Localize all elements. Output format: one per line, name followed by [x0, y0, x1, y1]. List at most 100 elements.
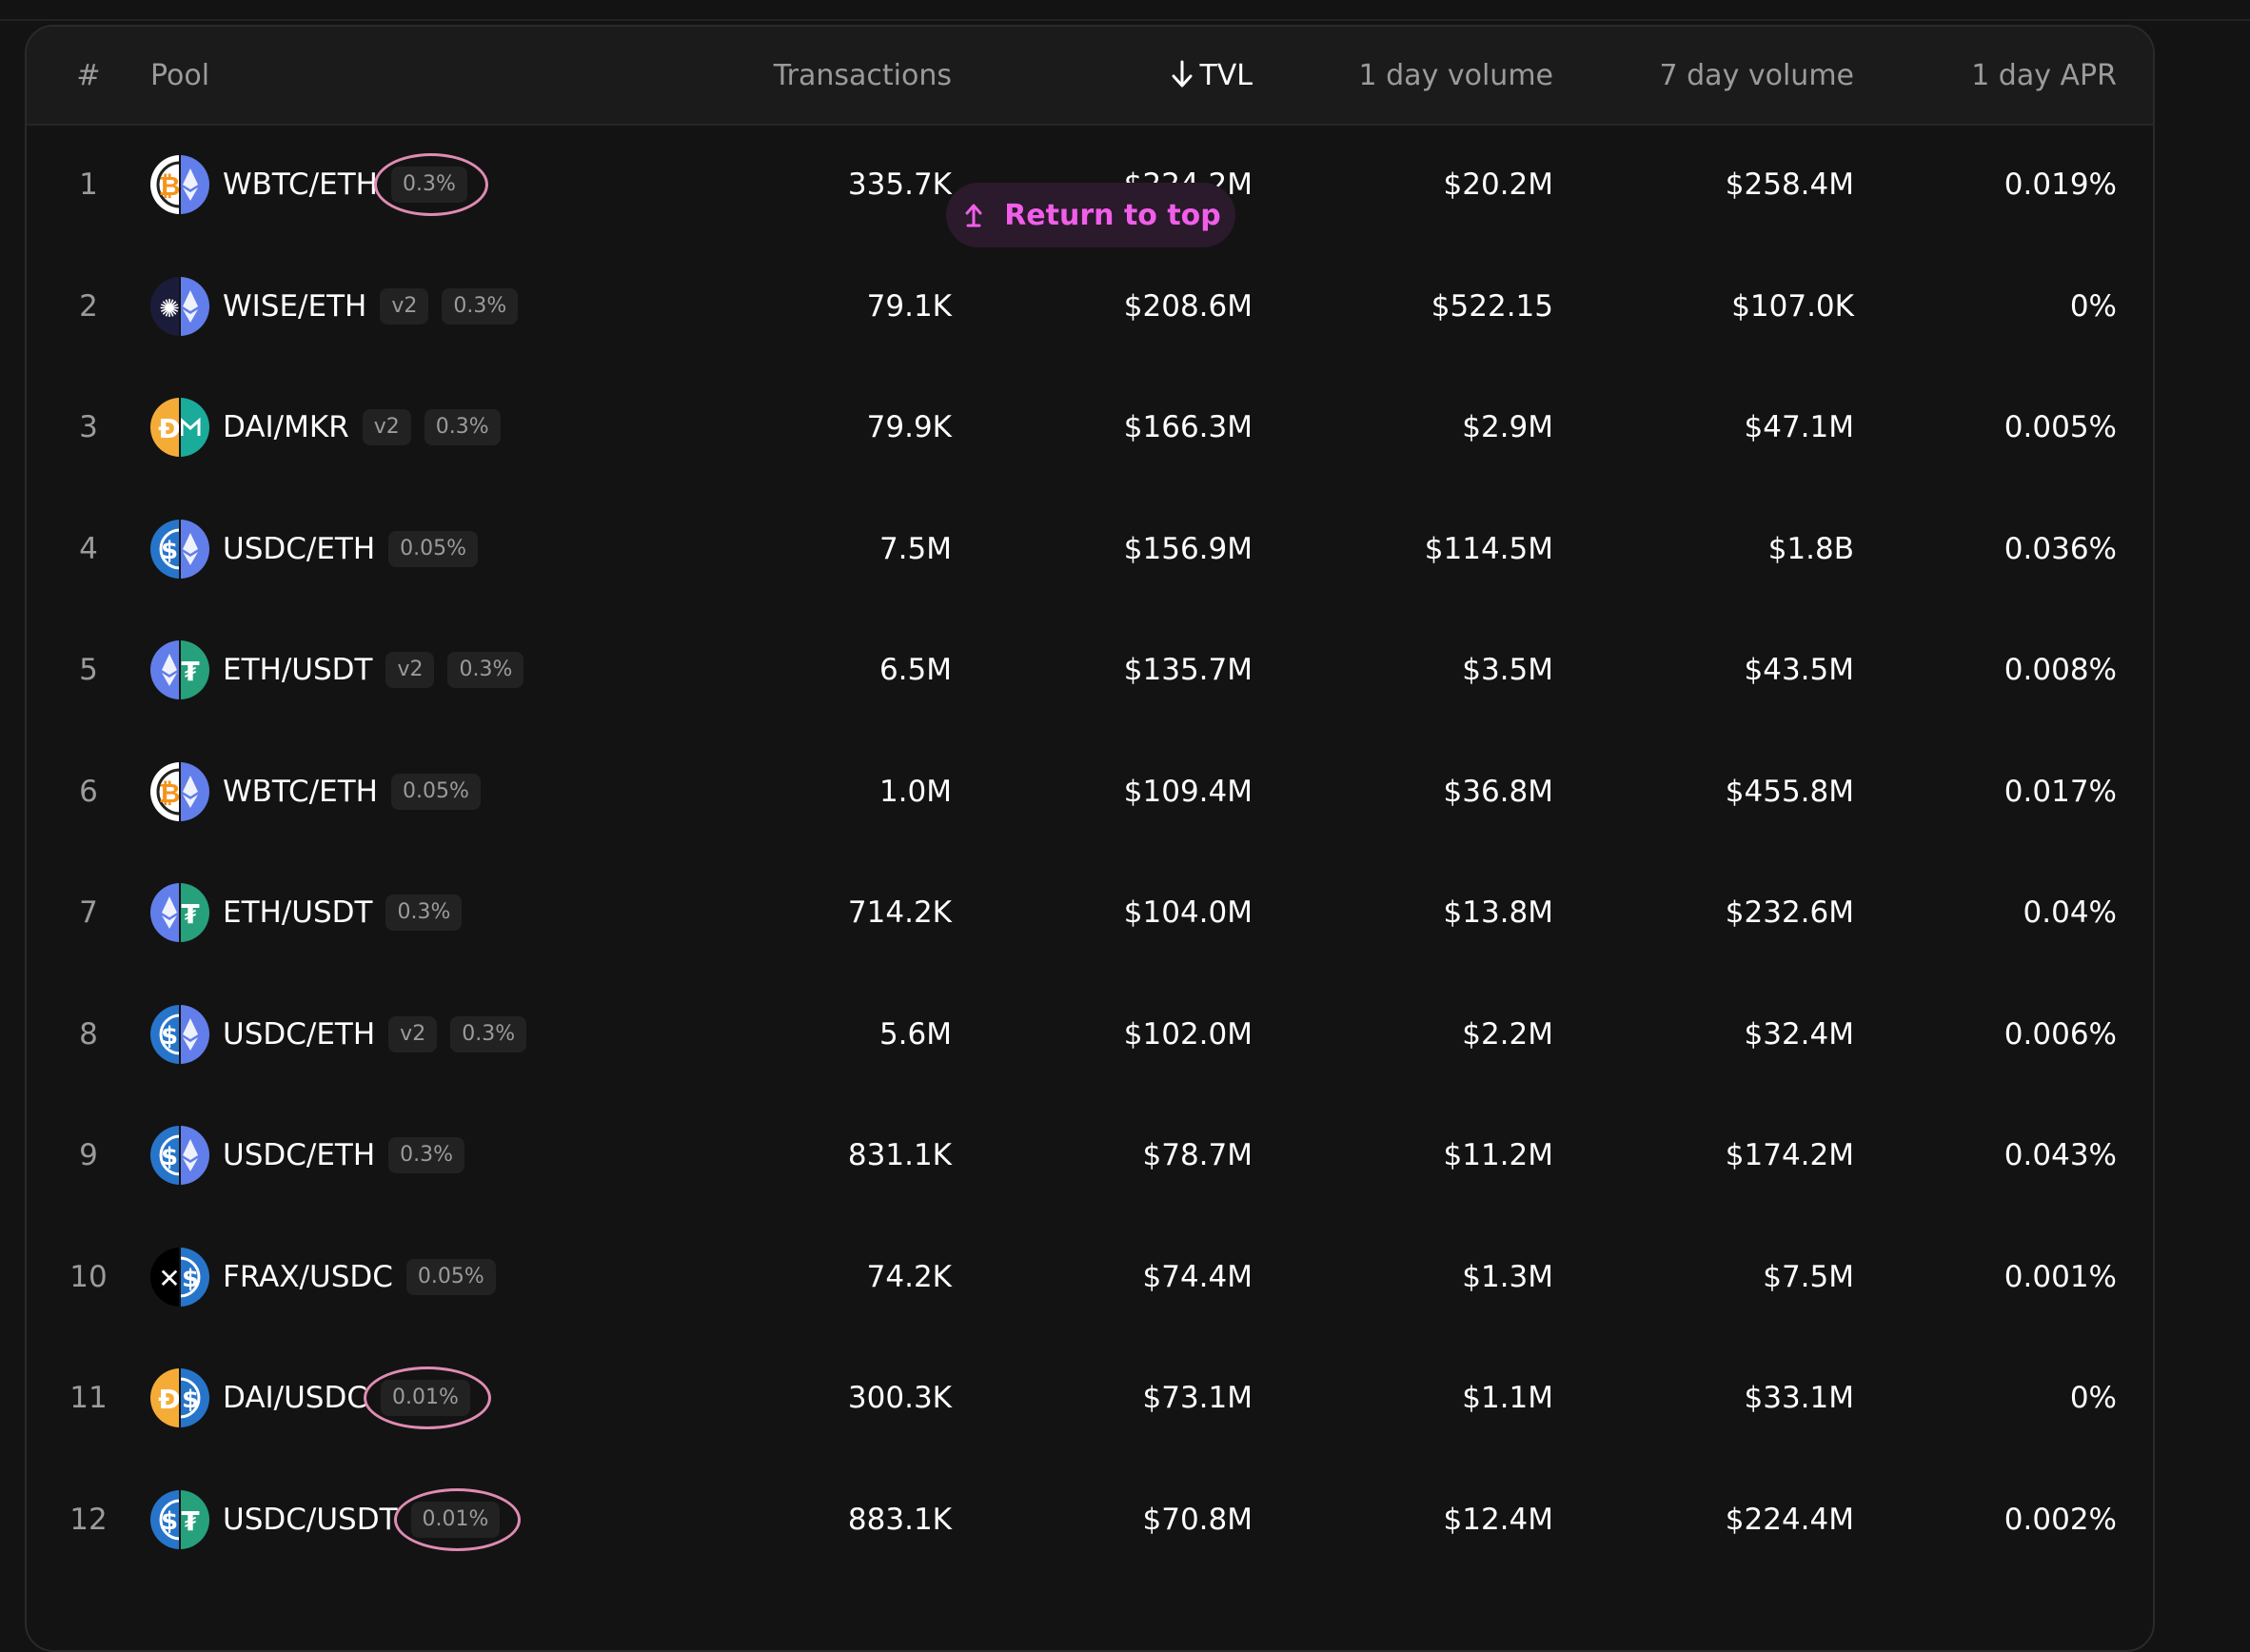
pool-cell[interactable]: $ USDC/ETH 0.05% [150, 519, 491, 580]
volume-1d-cell: $1.1M [1462, 1381, 1553, 1415]
apr-1d-cell: 0.001% [2003, 1259, 2117, 1294]
token-pair-icon: ₿ [150, 155, 209, 214]
apr-1d-cell: 0% [2069, 288, 2117, 324]
volume-1d-cell: $11.2M [1443, 1138, 1554, 1172]
token-pair-icon: ₮ [150, 640, 209, 699]
apr-1d-cell: 0.019% [2003, 167, 2117, 202]
pool-pair-name: USDC/ETH [223, 531, 376, 566]
fee-badge: 0.3% [450, 1015, 527, 1052]
svg-text:$: $ [161, 537, 178, 565]
pool-pair-name: WISE/ETH [223, 288, 367, 324]
svg-text:₿: ₿ [159, 777, 181, 809]
return-to-top-button[interactable]: Return to top [946, 183, 1235, 247]
pool-pair-name: ETH/USDT [223, 653, 373, 687]
pool-cell[interactable]: ₮ ETH/USDT v2 0.3% [150, 639, 537, 700]
pool-cell[interactable]: Ð DAI/MKR v2 0.3% [150, 397, 514, 458]
pool-pair-name: DAI/USDC [223, 1381, 368, 1415]
volume-1d-cell: $2.9M [1462, 410, 1553, 444]
token-pair-icon: ✺ [150, 276, 209, 336]
fee-badge: 0.01% [364, 1367, 491, 1429]
fee-badge: 0.3% [373, 153, 488, 216]
apr-1d-cell: 0.017% [2003, 774, 2117, 809]
transactions-cell: 883.1K [847, 1502, 952, 1537]
pool-cell[interactable]: $ USDC/ETH v2 0.3% [150, 1004, 540, 1065]
header-1d-volume[interactable]: 1 day volume [1359, 59, 1553, 93]
table-row[interactable]: 10 ✕ $ FRAX/USDC 0.05% 74.2K $74.4M $1.3M… [27, 1216, 2153, 1338]
fee-badge: 0.05% [388, 530, 479, 567]
tvl-cell: $135.7M [1123, 653, 1253, 687]
apr-1d-cell: 0.006% [2003, 1016, 2117, 1052]
fee-badge: 0.05% [405, 1258, 496, 1295]
row-index: 1 [79, 167, 98, 202]
volume-7d-cell: $33.1M [1744, 1381, 1855, 1415]
svg-text:$: $ [161, 1143, 178, 1171]
svg-text:✺: ✺ [159, 295, 180, 324]
pool-cell[interactable]: $ ₮ USDC/USDT 0.01% [150, 1487, 522, 1551]
volume-1d-cell: $3.5M [1462, 653, 1553, 687]
volume-7d-cell: $258.4M [1725, 167, 1854, 202]
pool-cell[interactable]: ✕ $ FRAX/USDC 0.05% [150, 1247, 509, 1308]
tvl-cell: $70.8M [1142, 1502, 1253, 1537]
transactions-cell: 714.2K [847, 895, 952, 930]
table-row[interactable]: 8 $ USDC/ETH v2 0.3% 5.6M $102.0M $2.2M … [27, 974, 2153, 1095]
svg-text:₮: ₮ [181, 898, 200, 930]
header-7d-volume[interactable]: 7 day volume [1660, 59, 1854, 93]
table-row[interactable]: 6 ₿ WBTC/ETH 0.05% 1.0M $109.4M $36.8M $… [27, 731, 2153, 853]
volume-7d-cell: $232.6M [1725, 895, 1854, 930]
token-pair-icon: ₿ [150, 761, 209, 821]
row-index: 6 [79, 774, 98, 809]
tvl-cell: $166.3M [1123, 410, 1253, 444]
pool-cell[interactable]: ✺ WISE/ETH v2 0.3% [150, 276, 531, 337]
volume-1d-cell: $114.5M [1424, 531, 1553, 566]
apr-1d-cell: 0.04% [2023, 895, 2117, 930]
pool-pair-name: USDC/ETH [223, 1138, 376, 1172]
svg-text:$: $ [182, 1265, 199, 1293]
fee-badge: 0.3% [385, 895, 463, 931]
fee-badge: 0.01% [393, 1487, 522, 1551]
table-row[interactable]: 2 ✺ WISE/ETH v2 0.3% 79.1K $208.6M $522.… [27, 246, 2153, 367]
pool-cell[interactable]: ₿ WBTC/ETH 0.05% [150, 761, 494, 822]
volume-7d-cell: $174.2M [1725, 1138, 1854, 1172]
table-row[interactable]: 11 Ð $ DAI/USDC 0.01% 300.3K $73.1M $1.1M… [27, 1337, 2153, 1459]
pool-cell[interactable]: ₮ ETH/USDT 0.3% [150, 882, 475, 943]
fee-badge: 0.3% [447, 652, 524, 688]
pool-pair-name: ETH/USDT [223, 895, 373, 930]
volume-1d-cell: $13.8M [1443, 895, 1554, 930]
token-pair-icon: $ [150, 1004, 209, 1064]
table-row[interactable]: 3 Ð DAI/MKR v2 0.3% 79.9K $166.3M $2.9M … [27, 366, 2153, 488]
transactions-cell: 74.2K [866, 1259, 952, 1294]
version-badge: v2 [380, 287, 429, 324]
transactions-cell: 7.5M [878, 531, 952, 566]
table-row[interactable]: 5 ₮ ETH/USDT v2 0.3% 6.5M $135.7M $3.5M … [27, 609, 2153, 731]
svg-text:₮: ₮ [181, 656, 200, 687]
volume-7d-cell: $47.1M [1744, 410, 1855, 444]
fee-badge: 0.3% [442, 287, 519, 324]
row-index: 11 [69, 1381, 108, 1415]
transactions-cell: 5.6M [878, 1016, 952, 1052]
row-index: 7 [79, 895, 98, 930]
table-row[interactable]: 4 $ USDC/ETH 0.05% 7.5M $156.9M $114.5M … [27, 488, 2153, 610]
token-pair-icon: ✕ $ [150, 1247, 209, 1307]
transactions-cell: 831.1K [847, 1138, 952, 1172]
tvl-cell: $73.1M [1142, 1381, 1253, 1415]
header-1d-apr[interactable]: 1 day APR [1971, 59, 2117, 93]
pool-cell[interactable]: Ð $ DAI/USDC 0.01% [150, 1367, 491, 1429]
table-row[interactable]: 12 $ ₮ USDC/USDT 0.01% 883.1K $70.8M $12.… [27, 1459, 2153, 1581]
tvl-cell: $74.4M [1142, 1259, 1253, 1294]
table-row[interactable]: 9 $ USDC/ETH 0.3% 831.1K $78.7M $11.2M $… [27, 1094, 2153, 1216]
volume-1d-cell: $36.8M [1443, 774, 1554, 809]
table-row[interactable]: 7 ₮ ETH/USDT 0.3% 714.2K $104.0M $13.8M … [27, 852, 2153, 974]
header-transactions[interactable]: Transactions [774, 59, 952, 93]
return-to-top-label: Return to top [1004, 198, 1221, 232]
apr-1d-cell: 0.002% [2003, 1502, 2117, 1537]
row-index: 3 [79, 410, 98, 444]
transactions-cell: 1.0M [878, 774, 952, 809]
pool-pair-name: WBTC/ETH [223, 774, 378, 809]
header-pool: Pool [150, 59, 210, 92]
pool-pair-name: WBTC/ETH [223, 167, 378, 202]
header-tvl[interactable]: TVL [1171, 59, 1253, 93]
svg-text:Ð: Ð [158, 1384, 180, 1415]
pool-cell[interactable]: $ USDC/ETH 0.3% [150, 1125, 478, 1186]
pools-table: # Pool Transactions TVL 1 day volume 7 d… [25, 25, 2155, 1652]
pool-cell[interactable]: ₿ WBTC/ETH 0.3% [150, 153, 488, 216]
